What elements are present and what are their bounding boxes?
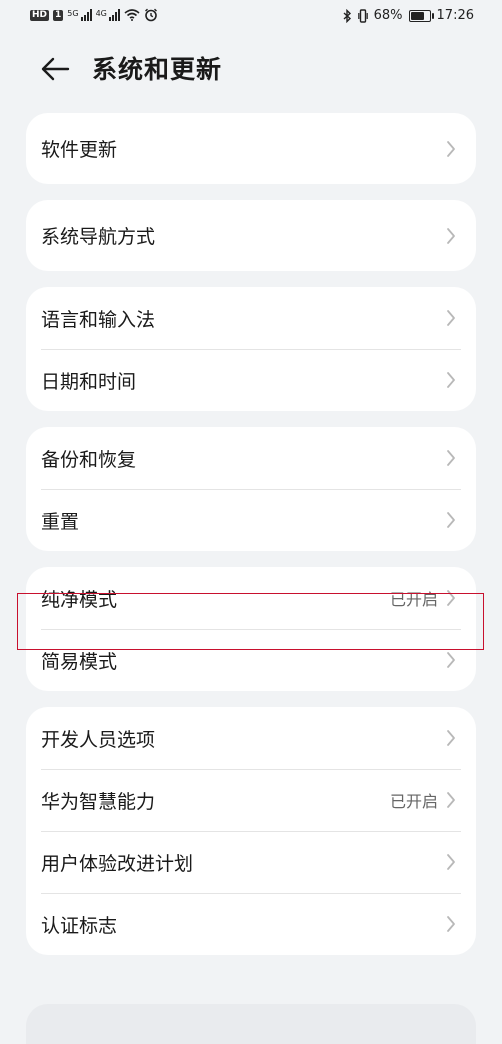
settings-group: 纯净模式 已开启简易模式 xyxy=(26,567,476,691)
settings-item[interactable]: 备份和恢复 xyxy=(26,427,476,489)
settings-item[interactable]: 简易模式 xyxy=(26,629,476,691)
settings-group: 软件更新 xyxy=(26,113,476,184)
battery-fill xyxy=(410,11,425,20)
signal-2-label: 4G xyxy=(95,9,107,18)
bluetooth-icon xyxy=(343,8,351,23)
chevron-right-icon xyxy=(447,792,455,808)
sim-badge: 1 xyxy=(53,9,64,21)
chevron-right-icon xyxy=(447,730,455,746)
settings-item[interactable]: 华为智慧能力 已开启 xyxy=(26,769,476,831)
settings-item[interactable]: 日期和时间 xyxy=(26,349,476,411)
settings-item-label: 开发人员选项 xyxy=(41,728,156,751)
page-title: 系统和更新 xyxy=(92,55,223,84)
header: 系统和更新 xyxy=(0,36,502,100)
settings-item-value: 已开启 xyxy=(389,792,438,811)
settings-item[interactable]: 开发人员选项 xyxy=(26,707,476,769)
chevron-right-icon xyxy=(447,310,455,326)
settings-item-label: 系统导航方式 xyxy=(41,226,156,248)
settings-list: 软件更新 系统导航方式 语言和输入法 日期和时间 备份和恢复 重置 纯净模式 已开启 简易模式开… xyxy=(26,113,476,971)
status-bar: HD 1 5G 4G 68% 17:26 xyxy=(0,0,502,34)
settings-item-label: 认证标志 xyxy=(41,914,118,937)
chevron-right-icon xyxy=(447,140,455,157)
settings-item-label: 备份和恢复 xyxy=(41,448,137,471)
battery-icon xyxy=(408,9,434,22)
settings-group: 语言和输入法 日期和时间 xyxy=(26,287,476,411)
signal-icon-2: 4G xyxy=(96,9,120,21)
settings-item[interactable]: 用户体验改进计划 xyxy=(26,831,476,893)
settings-item-label: 日期和时间 xyxy=(41,370,137,393)
settings-item[interactable]: 纯净模式 已开启 xyxy=(26,567,476,629)
vibrate-icon xyxy=(357,8,368,23)
settings-item[interactable]: 系统导航方式 xyxy=(26,200,476,271)
settings-item-label: 用户体验改进计划 xyxy=(41,852,194,875)
status-left: HD 1 5G 4G xyxy=(30,8,158,22)
chevron-right-icon xyxy=(447,450,455,466)
chevron-right-icon xyxy=(447,372,455,388)
chevron-right-icon xyxy=(447,854,455,870)
settings-group: 备份和恢复 重置 xyxy=(26,427,476,551)
settings-item[interactable]: 语言和输入法 xyxy=(26,287,476,349)
settings-item[interactable]: 软件更新 xyxy=(26,113,476,184)
chevron-right-icon xyxy=(447,227,455,244)
settings-item[interactable]: 重置 xyxy=(26,489,476,551)
settings-item-label: 语言和输入法 xyxy=(41,308,156,331)
wifi-icon xyxy=(124,9,140,21)
settings-item-label: 简易模式 xyxy=(41,650,118,673)
settings-item-label: 华为智慧能力 xyxy=(41,790,156,813)
settings-item-label: 软件更新 xyxy=(41,139,118,161)
settings-item-value: 已开启 xyxy=(389,590,438,609)
hd-badge: HD xyxy=(30,9,50,21)
settings-group: 开发人员选项 华为智慧能力 已开启用户体验改进计划 认证标志 xyxy=(26,707,476,955)
clock: 17:26 xyxy=(436,8,474,23)
settings-item-label: 重置 xyxy=(41,510,80,533)
chevron-right-icon xyxy=(447,916,455,932)
battery-percent: 68% xyxy=(373,8,403,23)
chevron-right-icon xyxy=(447,590,455,606)
settings-item[interactable]: 认证标志 xyxy=(26,893,476,955)
next-settings-card xyxy=(26,1004,476,1044)
back-arrow-icon[interactable] xyxy=(38,52,72,86)
settings-item-label: 纯净模式 xyxy=(41,588,118,611)
signal-1-label: 5G xyxy=(67,9,79,18)
chevron-right-icon xyxy=(447,652,455,668)
signal-icon-1: 5G xyxy=(67,9,92,21)
chevron-right-icon xyxy=(447,512,455,528)
settings-group: 系统导航方式 xyxy=(26,200,476,271)
alarm-icon xyxy=(144,8,157,22)
status-right: 68% 17:26 xyxy=(343,8,474,23)
